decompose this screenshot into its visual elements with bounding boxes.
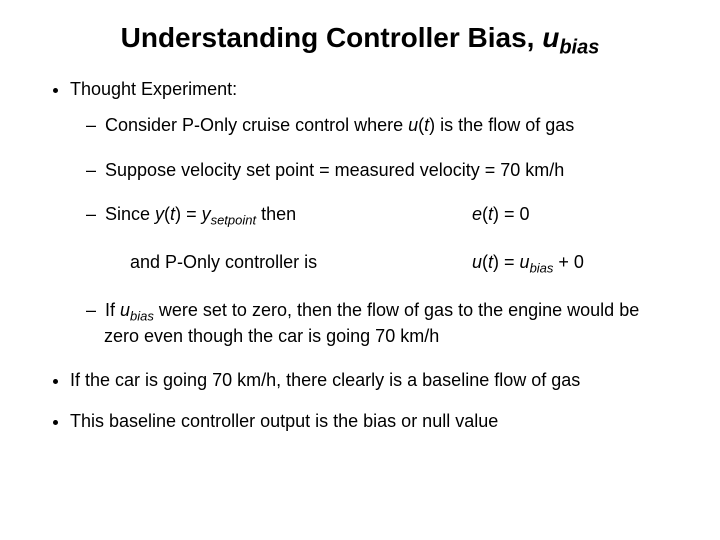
bullet-bias-null: This baseline controller output is the b… xyxy=(70,410,672,433)
sub1-b: is the flow of gas xyxy=(435,115,574,135)
sub-item-1: – Consider P-Only cruise control where u… xyxy=(104,114,672,137)
sub3b-plus0: + 0 xyxy=(553,252,584,272)
sub4-a: If xyxy=(105,300,120,320)
bullet-baseline-flow: If the car is going 70 km/h, there clear… xyxy=(70,369,672,392)
sub4-u: u xyxy=(120,300,130,320)
sub3b-left: and P-Only controller is xyxy=(104,251,317,277)
sub3-a: Since xyxy=(105,204,155,224)
sub3b-u: u xyxy=(472,252,482,272)
bullet-list: Thought Experiment: – Consider P-Only cr… xyxy=(48,78,672,433)
sub3b-right: u(t) = ubias + 0 xyxy=(472,251,672,277)
title-sub-bias: bias xyxy=(559,37,599,59)
sub3-then: then xyxy=(256,204,296,224)
sub-item-2: – Suppose velocity set point = measured … xyxy=(104,159,672,182)
sub-list: – Consider P-Only cruise control where u… xyxy=(70,114,672,347)
sub2-text: Suppose velocity set point = measured ve… xyxy=(105,160,564,180)
sub3-eq0: = 0 xyxy=(499,204,530,224)
dash-icon: – xyxy=(86,299,100,322)
dash-icon: – xyxy=(86,114,100,137)
sub3-right: e(t) = 0 xyxy=(472,203,672,229)
sub3-y2: y xyxy=(202,204,211,224)
sub3-setpoint: setpoint xyxy=(211,213,257,228)
dash-icon: – xyxy=(86,203,100,226)
bullet3-text: This baseline controller output is the b… xyxy=(70,411,498,431)
slide: Understanding Controller Bias, ubias Tho… xyxy=(0,0,720,540)
sub3-y: y xyxy=(155,204,164,224)
sub4-bias: bias xyxy=(130,308,154,323)
sub3b-bias: bias xyxy=(530,261,554,276)
sub3b-u2: u xyxy=(520,252,530,272)
sub1-u: u xyxy=(408,115,418,135)
sub-item-4: – If ubias were set to zero, then the fl… xyxy=(104,299,672,347)
sub3b-eq: = xyxy=(499,252,520,272)
sub3-eq: = xyxy=(181,204,202,224)
sub3b-text: and P-Only controller is xyxy=(130,252,317,272)
title-text: Understanding Controller Bias, xyxy=(121,22,543,53)
title-var-u: u xyxy=(542,22,559,53)
bullet1-text: Thought Experiment: xyxy=(70,79,237,99)
sub4-b: were set to zero, then the flow of gas t… xyxy=(104,300,639,346)
bullet2-text: If the car is going 70 km/h, there clear… xyxy=(70,370,580,390)
slide-title: Understanding Controller Bias, ubias xyxy=(48,22,672,60)
sub3-e: e xyxy=(472,204,482,224)
bullet-thought-experiment: Thought Experiment: – Consider P-Only cr… xyxy=(70,78,672,348)
sub1-a: Consider P-Only cruise control where xyxy=(105,115,408,135)
dash-icon: – xyxy=(86,159,100,182)
sub3-left: – Since y(t) = ysetpoint then xyxy=(104,203,296,229)
sub-item-3: – Since y(t) = ysetpoint then e(t) = 0 a… xyxy=(104,203,672,277)
